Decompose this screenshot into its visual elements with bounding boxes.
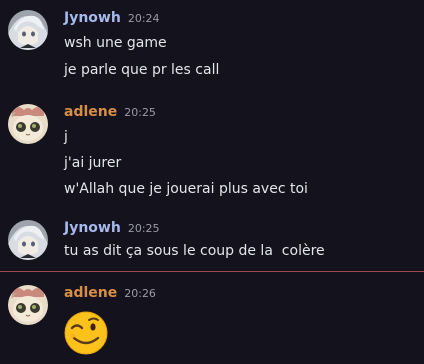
timestamp: 20:24 [127,12,160,25]
new-messages-divider [0,271,424,272]
message-header: Jynowh 20:25 [64,220,160,240]
user-avatar-jynowh[interactable] [8,10,48,50]
cat-avatar-icon [8,104,48,144]
timestamp: 20:26 [124,287,156,300]
cat-avatar-icon [8,285,48,325]
message-text: wsh une game [64,35,167,51]
message-text: je parle que pr les call [64,62,220,78]
message-header: Jynowh 20:24 [64,10,160,30]
user-avatar-jynowh[interactable] [8,220,48,260]
anime-character-avatar-icon [8,220,48,260]
winking-face-emoji-icon [64,311,108,355]
username[interactable]: adlene [64,285,117,301]
chat-message-list: Jynowh 20:24 wsh une game je parle que p… [0,0,424,364]
username[interactable]: Jynowh [64,220,121,236]
timestamp: 20:25 [124,106,156,119]
anime-character-avatar-icon [8,10,48,50]
message-text: j [64,129,68,145]
message-text: j'ai jurer [64,155,122,171]
message-header: adlene 20:26 [64,285,156,305]
message-text: tu as dit ça sous le coup de la colère [64,243,325,259]
username[interactable]: adlene [64,104,117,120]
username[interactable]: Jynowh [64,10,121,26]
user-avatar-adlene[interactable] [8,104,48,144]
timestamp: 20:25 [127,222,160,235]
user-avatar-adlene[interactable] [8,285,48,325]
message-text: w'Allah que je jouerai plus avec toi [64,181,308,197]
message-header: adlene 20:25 [64,104,156,124]
